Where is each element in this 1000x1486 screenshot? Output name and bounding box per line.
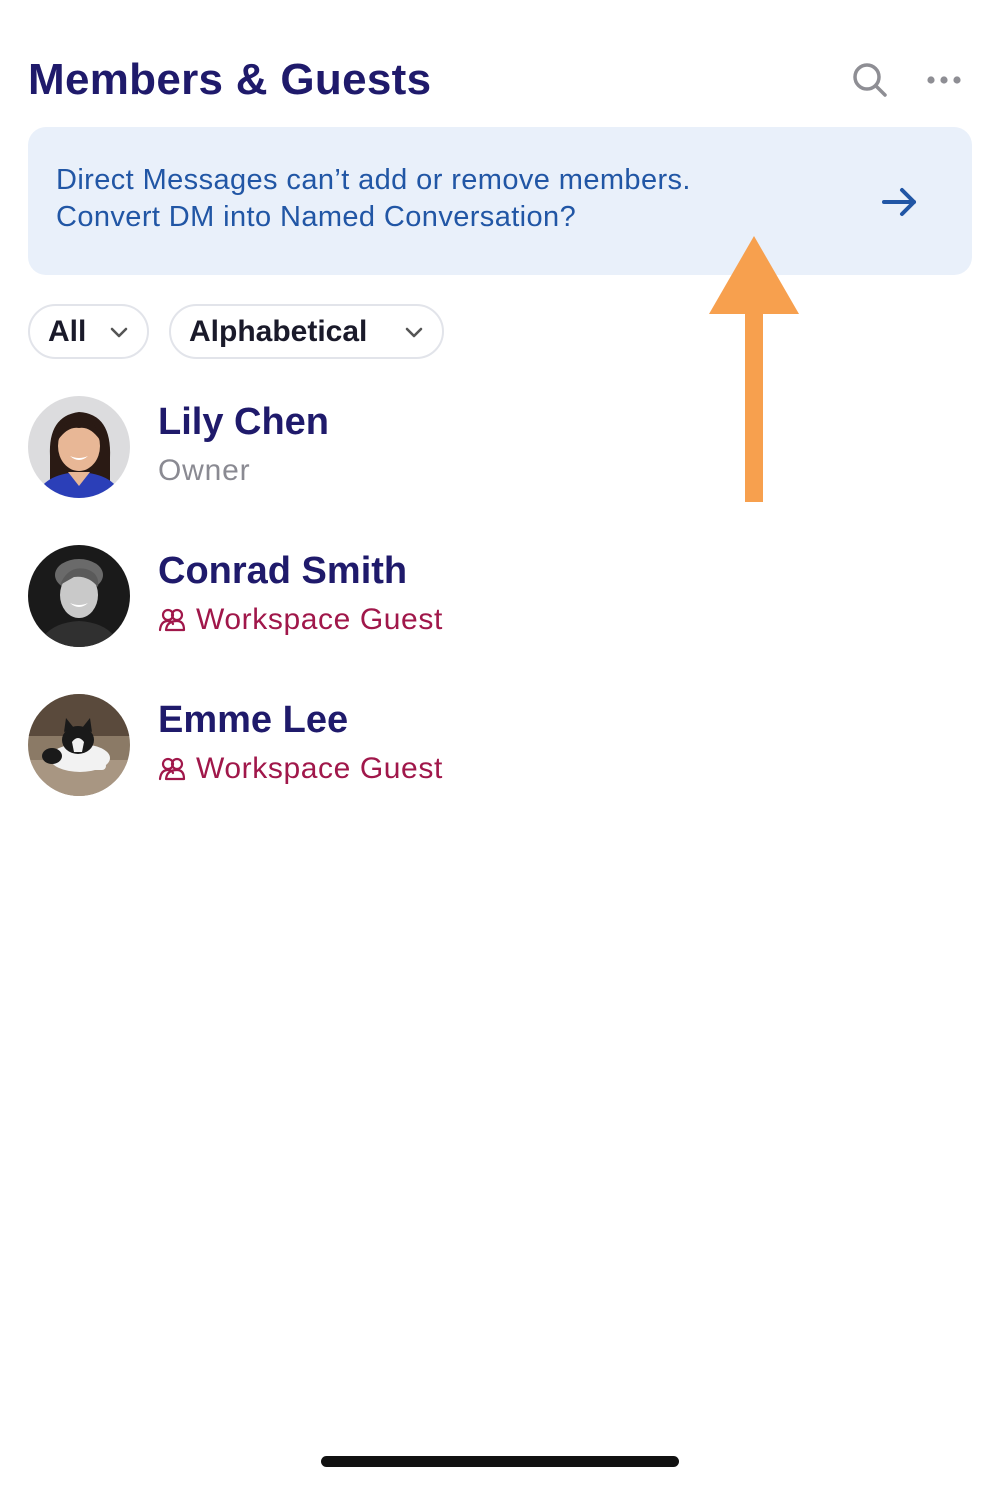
members-guests-screen: Members & Guests Direct Messages can’t a…	[0, 0, 1000, 1486]
member-row[interactable]: Conrad Smith Workspace Guest	[28, 545, 972, 649]
member-row[interactable]: Emme Lee Workspace Guest	[28, 694, 972, 798]
member-name: Emme Lee	[158, 699, 349, 741]
convert-dm-banner[interactable]: Direct Messages can’t add or remove memb…	[28, 127, 972, 275]
filter-scope-label: All	[48, 314, 87, 348]
filter-scope-dropdown[interactable]: All	[28, 304, 149, 359]
member-role: Workspace Guest	[158, 752, 443, 786]
guest-icon	[158, 608, 186, 632]
avatar	[28, 396, 130, 498]
header: Members & Guests	[28, 50, 972, 112]
more-horizontal-icon	[927, 76, 961, 84]
page-title: Members & Guests	[28, 55, 432, 104]
more-options-button[interactable]	[922, 58, 966, 102]
chevron-down-icon	[110, 327, 128, 338]
member-row[interactable]: Lily Chen Owner	[28, 396, 972, 500]
member-role: Workspace Guest	[158, 603, 443, 637]
arrow-right-icon[interactable]	[880, 182, 920, 222]
search-icon	[853, 63, 887, 97]
member-name: Conrad Smith	[158, 550, 408, 592]
chevron-down-icon	[405, 327, 423, 338]
member-role-label: Workspace Guest	[196, 603, 443, 636]
member-name: Lily Chen	[158, 401, 330, 443]
member-role-label: Owner	[158, 454, 251, 487]
home-indicator[interactable]	[321, 1456, 679, 1467]
avatar	[28, 545, 130, 647]
avatar	[28, 694, 130, 796]
sort-order-dropdown[interactable]: Alphabetical	[169, 304, 444, 359]
guest-icon	[158, 757, 186, 781]
banner-text-line-2: Convert DM into Named Conversation?	[56, 201, 577, 233]
member-role-label: Workspace Guest	[196, 752, 443, 785]
banner-text-line-1: Direct Messages can’t add or remove memb…	[56, 164, 691, 196]
member-role: Owner	[158, 454, 250, 488]
sort-order-label: Alphabetical	[189, 314, 368, 348]
search-button[interactable]	[848, 58, 892, 102]
